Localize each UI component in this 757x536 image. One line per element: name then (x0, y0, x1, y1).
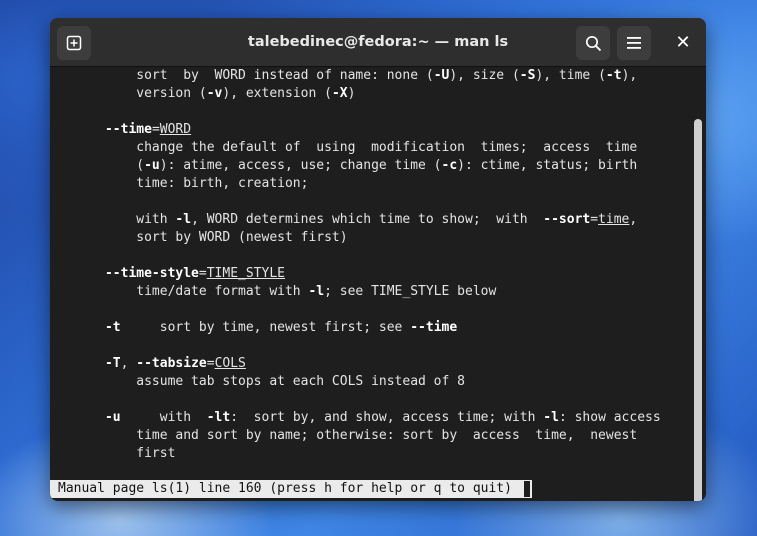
man-page-line: assume tab stops at each COLS instead of… (58, 374, 465, 389)
new-tab-button[interactable] (57, 26, 91, 60)
scrollbar[interactable] (694, 119, 702, 501)
man-page-line: time and sort by name; otherwise: sort b… (58, 428, 638, 443)
close-button[interactable]: ✕ (667, 26, 699, 58)
new-tab-icon (66, 35, 82, 51)
man-page-line: change the default of using modification… (58, 140, 638, 155)
man-page-line: first (58, 446, 176, 461)
man-page-line: -t sort by time, newest first; see --tim… (104, 320, 458, 335)
close-icon: ✕ (675, 31, 691, 53)
man-page-line: -T, --tabsize=COLS (104, 356, 246, 371)
hamburger-menu-icon (627, 37, 641, 49)
text-cursor (523, 480, 531, 498)
man-page-line: (-u): atime, access, use; change time (-… (58, 158, 638, 173)
man-page-line: time: birth, creation; (58, 176, 309, 191)
man-page-line: sort by WORD (newest first) (58, 230, 348, 245)
search-icon (585, 35, 601, 51)
title-bar: talebedinec@fedora:~ — man ls ✕ (50, 18, 706, 67)
man-page-line: with -l, WORD determines which time to s… (58, 212, 638, 227)
man-page-line: --time=WORD (104, 122, 192, 137)
man-page-line: version (-v), extension (-X) (58, 86, 356, 101)
menu-button[interactable] (617, 26, 651, 60)
man-page-line: -u with -lt: sort by, and show, access t… (104, 410, 661, 425)
terminal-content[interactable]: sort by WORD instead of name: none (-U),… (50, 67, 706, 501)
terminal-window: talebedinec@fedora:~ — man ls ✕ sort by … (50, 18, 706, 501)
man-page-line: --time-style=TIME_STYLE (104, 266, 285, 281)
search-button[interactable] (576, 26, 610, 60)
man-page-line: time/date format with -l; see TIME_STYLE… (58, 284, 497, 299)
man-page-line: sort by WORD instead of name: none (-U),… (58, 68, 638, 83)
pager-status-line: Manual page ls(1) line 160 (press h for … (50, 480, 532, 498)
